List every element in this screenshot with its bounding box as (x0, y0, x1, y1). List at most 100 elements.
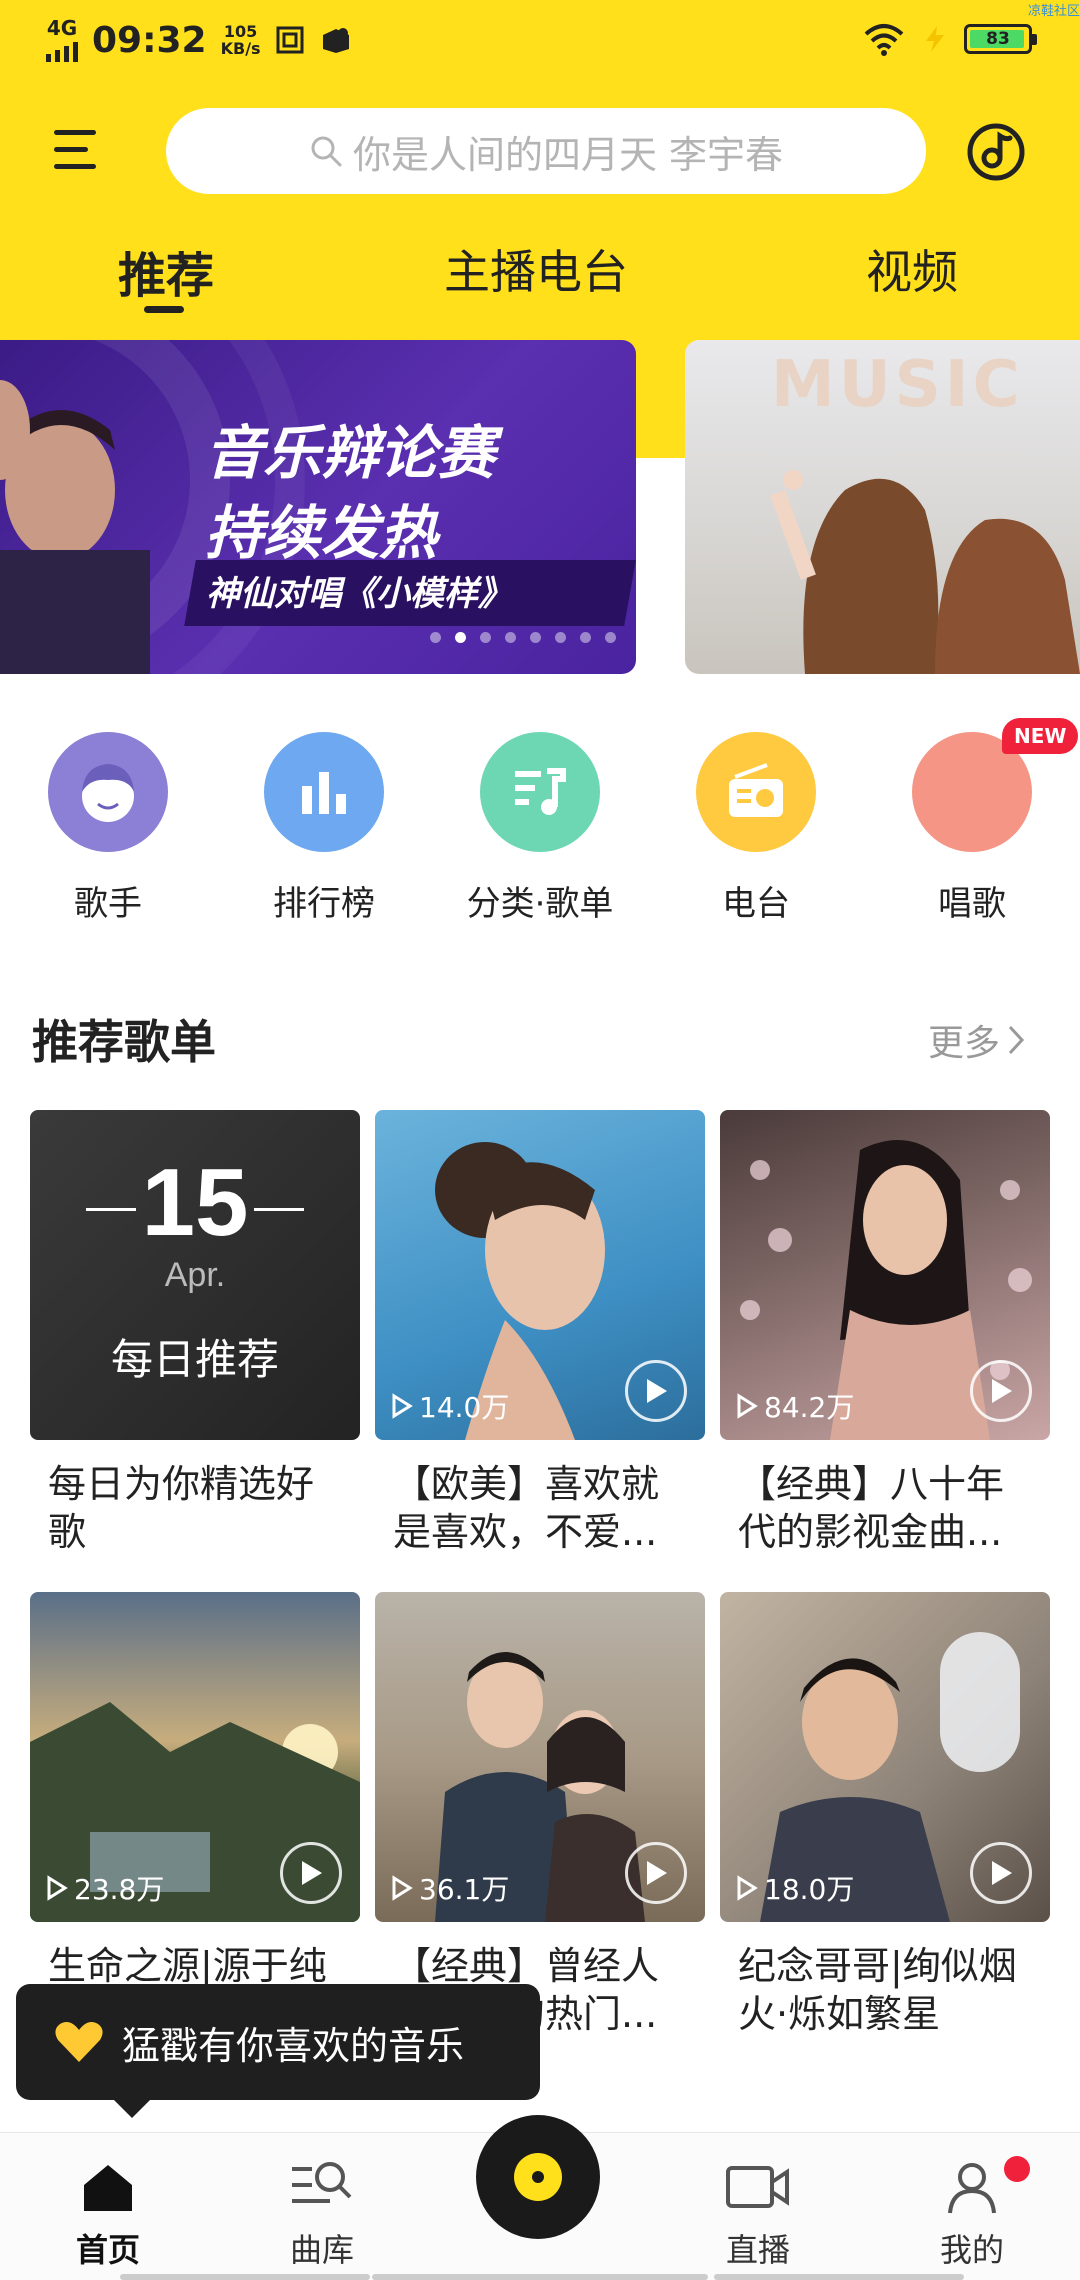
search-input[interactable]: 你是人间的四月天 李宇春 (166, 108, 926, 194)
banner-main[interactable]: 音乐辩论赛 持续发热 神仙对唱《小模样》 (0, 340, 636, 674)
menu-icon-line (54, 130, 96, 135)
playlist-cover: 36.1万 (375, 1592, 705, 1922)
playlist-title: 【欧美】喜欢就是喜欢，不爱... (393, 1462, 660, 1554)
disc-icon (514, 2153, 562, 2201)
nav-home[interactable]: 首页 (38, 2153, 178, 2271)
banner-title-line2: 持续发热 (205, 499, 438, 567)
tab-video[interactable]: 视频 (866, 236, 958, 302)
player-disc-button[interactable] (476, 2115, 600, 2239)
play-icon (647, 1861, 667, 1885)
playlist-icon (480, 732, 600, 852)
live-icon (688, 2153, 828, 2221)
menu-icon-line (54, 147, 88, 152)
daily-day: 15 (141, 1149, 249, 1256)
nav-label: 首页 (75, 2231, 140, 2269)
play-count-value: 84.2万 (764, 1391, 855, 1424)
playlist-card[interactable]: 36.1万 【经典】曾经人人传唱的热门... (375, 1592, 705, 2038)
status-right: 83 (862, 22, 1037, 56)
search-icon (311, 136, 342, 167)
daily-label: 每日推荐 (110, 1335, 279, 1384)
category-label: 排行榜 (273, 884, 375, 924)
category-radio[interactable]: 电台 (666, 732, 846, 925)
tab-indicator (144, 306, 184, 313)
category-label: 歌手 (74, 884, 142, 924)
app-notification-icon (322, 28, 349, 53)
battery-icon: 83 (964, 24, 1037, 54)
banner-next[interactable]: MUSIC (685, 340, 1080, 674)
nav-live[interactable]: 直播 (688, 2153, 828, 2271)
home-icon (38, 2153, 178, 2221)
nav-library[interactable]: 曲库 (252, 2153, 392, 2271)
nav-label: 曲库 (289, 2231, 354, 2269)
radio-icon (696, 732, 816, 852)
network-speed: 105 KB/s (221, 23, 261, 57)
play-icon (992, 1861, 1012, 1885)
play-count-value: 14.0万 (419, 1391, 510, 1424)
pagination-dot (530, 632, 541, 643)
play-button[interactable] (280, 1842, 342, 1904)
play-count: 18.0万 (736, 1868, 854, 1908)
network-label: 4G (46, 16, 78, 40)
banner-subtitle: 神仙对唱《小模样》 (206, 574, 512, 614)
chevron-right-icon (1008, 1025, 1025, 1055)
gesture-bar (714, 2274, 964, 2280)
playlist-cover: 18.0万 (720, 1592, 1050, 1922)
play-count-icon (737, 1393, 758, 1419)
play-icon (302, 1861, 322, 1885)
category-chart[interactable]: 排行榜 (234, 732, 414, 925)
play-count-icon (392, 1393, 413, 1419)
more-link[interactable]: 更多 (928, 1014, 1026, 1066)
category-label: 分类·歌单 (466, 884, 614, 924)
playlist-card[interactable]: 84.2万 【经典】八十年代的影视金曲... (720, 1110, 1050, 1556)
play-button[interactable] (625, 1360, 687, 1422)
category-label: 唱歌 (938, 884, 1006, 924)
playlist-card[interactable]: 14.0万 【欧美】喜欢就是喜欢，不爱... (375, 1110, 705, 1556)
more-label: 更多 (928, 1023, 1001, 1064)
pagination-dot (505, 632, 516, 643)
status-left: 4G 09:32 105 KB/s (46, 18, 353, 62)
notification-dot (1004, 2156, 1030, 2182)
tab-bar: 推荐 主播电台 视频 (0, 236, 1080, 326)
menu-button[interactable] (50, 126, 104, 174)
charging-icon (926, 26, 944, 52)
network-indicator: 4G (46, 18, 78, 62)
pagination-dot (480, 632, 491, 643)
play-button[interactable] (625, 1842, 687, 1904)
pagination-dot (430, 632, 441, 643)
playlist-card-daily[interactable]: 15 Apr. 每日推荐 每日为你精选好歌 (30, 1110, 360, 1556)
playlist-card[interactable]: 23.8万 生命之源|源于纯音乐 (30, 1592, 360, 2038)
play-count-icon (737, 1875, 758, 1901)
chart-icon (264, 732, 384, 852)
playlist-title: 纪念哥哥|绚似烟火·烁如繁星 (738, 1944, 1017, 2036)
screenshot-icon (276, 26, 304, 54)
section-title: 推荐歌单 (32, 1015, 216, 1069)
banner-title-line1: 音乐辩论赛 (205, 419, 496, 487)
speed-value: 105 (223, 22, 258, 41)
speed-unit: KB/s (220, 39, 261, 58)
daily-month: Apr. (164, 1256, 226, 1294)
category-playlist[interactable]: 分类·歌单 (450, 732, 630, 925)
play-icon (647, 1379, 667, 1403)
clock: 09:32 (92, 19, 207, 61)
toast-tooltip[interactable]: 猛戳有你喜欢的音乐 (16, 1984, 540, 2118)
heart-icon (55, 2022, 103, 2062)
top-bar: 你是人间的四月天 李宇春 (0, 104, 1080, 196)
gesture-bar (120, 2274, 370, 2280)
play-button[interactable] (970, 1360, 1032, 1422)
pagination-dot (580, 632, 591, 643)
category-singer[interactable]: 歌手 (18, 732, 198, 925)
corner-watermark: 凉鞋社区 (1027, 4, 1080, 19)
nav-label: 我的 (939, 2231, 1004, 2269)
play-count-icon (392, 1875, 413, 1901)
tab-recommend[interactable]: 推荐 (118, 236, 214, 306)
banner-next-artwork (770, 470, 1080, 674)
tab-radio[interactable]: 主播电台 (444, 236, 628, 302)
music-recognition-icon[interactable] (966, 122, 1026, 182)
new-badge: NEW (1002, 718, 1079, 754)
library-icon (252, 2153, 392, 2221)
category-sing[interactable]: 唱歌 (882, 732, 1062, 925)
play-button[interactable] (970, 1842, 1032, 1904)
playlist-title: 【经典】八十年代的影视金曲... (738, 1462, 1005, 1554)
pagination-dot (605, 632, 616, 643)
playlist-card[interactable]: 18.0万 纪念哥哥|绚似烟火·烁如繁星 (720, 1592, 1050, 2038)
